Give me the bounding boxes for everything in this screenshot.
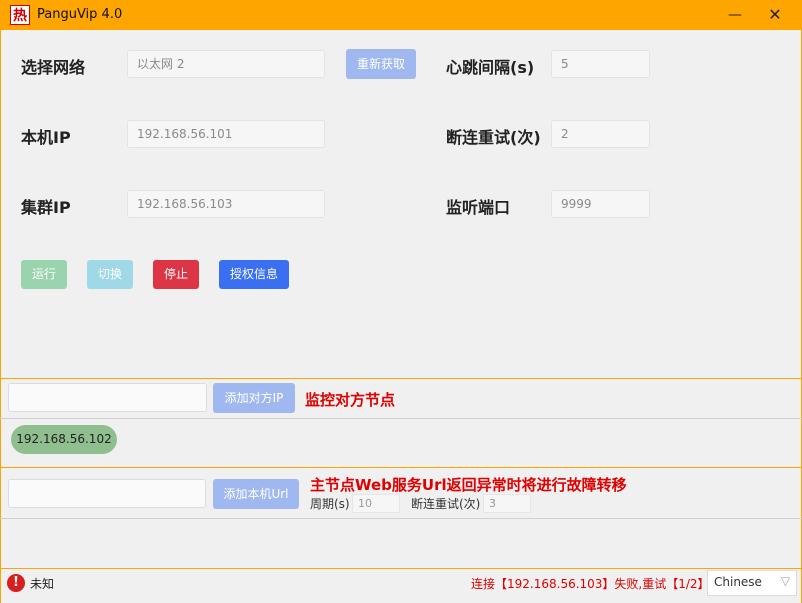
local-ip-input[interactable]: 192.168.56.101 — [127, 120, 325, 148]
cluster-ip-label: 集群IP — [21, 198, 71, 217]
peer-section-divider — [0, 378, 802, 379]
heartbeat-input[interactable]: 5 — [551, 50, 650, 78]
url-inner-divider — [0, 518, 802, 519]
error-icon: ! — [7, 574, 25, 592]
status-bar-divider — [0, 568, 802, 569]
language-value: Chinese — [714, 575, 762, 589]
license-button[interactable]: 授权信息 — [219, 260, 289, 289]
status-message: 连接【192.168.56.103】失败,重试【1/2】 — [471, 577, 710, 591]
add-peer-ip-button[interactable]: 添加对方IP — [213, 383, 295, 413]
retry-input[interactable]: 2 — [551, 120, 650, 148]
network-select[interactable]: 以太网 2 — [127, 50, 325, 78]
retry-label: 断连重试(次) — [446, 128, 541, 147]
chevron-down-icon: ▽ — [780, 574, 790, 588]
period-input[interactable]: 10 — [352, 494, 400, 513]
stop-button[interactable]: 停止 — [153, 260, 199, 289]
cluster-ip-input[interactable]: 192.168.56.103 — [127, 190, 325, 218]
app-icon: 热 — [10, 5, 30, 25]
local-ip-label: 本机IP — [21, 128, 71, 147]
language-select[interactable]: Chinese ▽ — [707, 570, 797, 596]
url-retry-input[interactable]: 3 — [483, 494, 531, 513]
peer-note: 监控对方节点 — [305, 391, 396, 409]
heartbeat-label: 心跳间隔(s) — [446, 58, 535, 77]
switch-button[interactable]: 切换 — [87, 260, 133, 289]
close-button[interactable]: ✕ — [760, 2, 790, 28]
url-section-divider — [0, 467, 802, 468]
listen-port-label: 监听端口 — [446, 198, 511, 217]
listen-port-input[interactable]: 9999 — [551, 190, 650, 218]
window-title: PanguVip 4.0 — [37, 7, 123, 22]
peer-ip-input[interactable] — [8, 383, 207, 412]
period-label: 周期(s) — [310, 497, 350, 511]
add-local-url-button[interactable]: 添加本机Url — [213, 479, 299, 509]
network-label: 选择网络 — [21, 58, 86, 77]
run-button[interactable]: 运行 — [21, 260, 67, 289]
url-note: 主节点Web服务Url返回异常时将进行故障转移 — [310, 476, 627, 494]
refresh-button[interactable]: 重新获取 — [346, 49, 416, 79]
minimize-button[interactable]: — — [720, 2, 750, 28]
local-url-input[interactable] — [8, 479, 206, 508]
status-state: 未知 — [30, 577, 55, 591]
peer-inner-divider — [0, 418, 802, 419]
url-retry-label: 断连重试(次) — [411, 497, 481, 511]
peer-ip-tag[interactable]: 192.168.56.102 — [11, 425, 117, 454]
